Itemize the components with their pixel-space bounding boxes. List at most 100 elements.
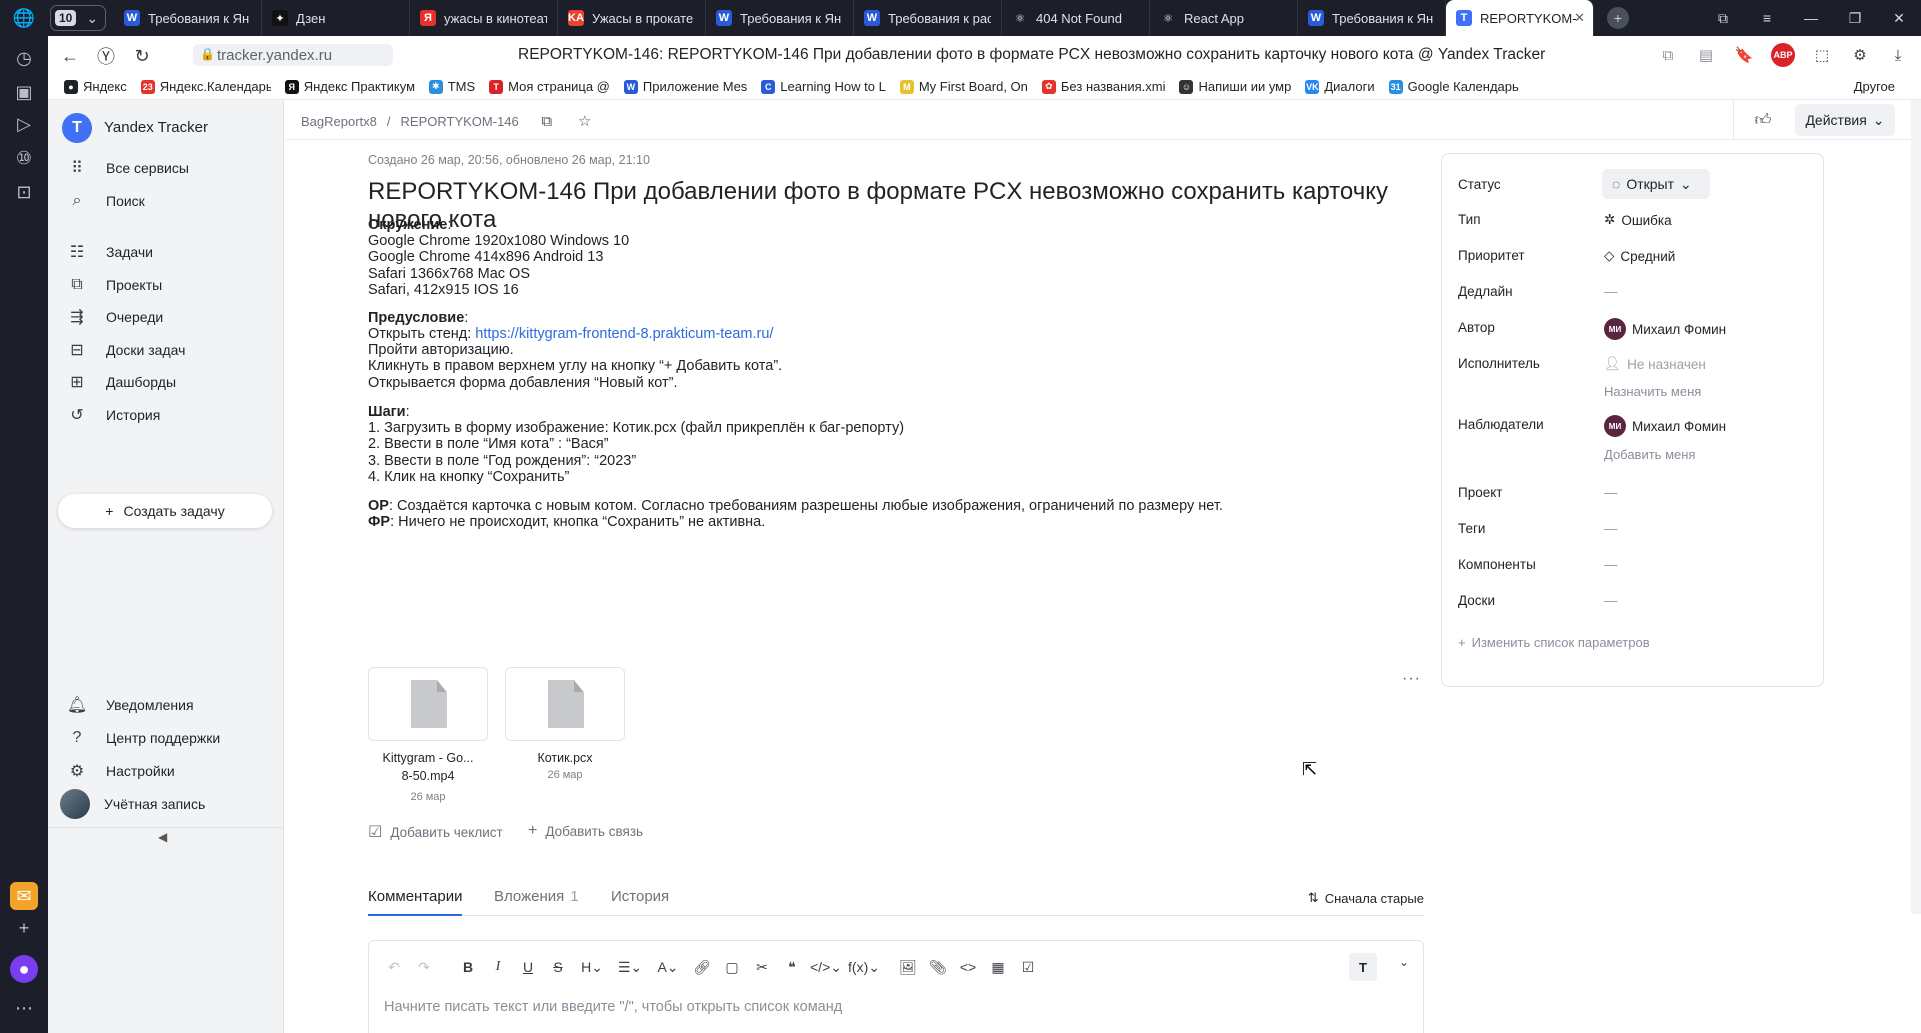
priority-value[interactable]: ◇ Средний <box>1604 248 1675 264</box>
breadcrumb-queue[interactable]: BagReportx8 <box>301 114 377 129</box>
bookmark-item[interactable]: VK Диалоги <box>1305 79 1375 94</box>
reload-icon[interactable]: ↻ <box>130 44 154 68</box>
note-icon[interactable]: ▢ <box>717 955 747 979</box>
bookmark-item[interactable]: T Моя страница @ <box>489 79 610 94</box>
tracker-brand[interactable]: Yandex Tracker <box>104 119 208 136</box>
add-panel-icon[interactable]: + <box>10 914 38 942</box>
browser-tab[interactable]: ⚛ React App <box>1150 0 1298 36</box>
extensions-icon[interactable]: ⬚ <box>1811 44 1833 66</box>
cut-icon[interactable]: ✂ <box>747 955 777 979</box>
bold-icon[interactable]: B <box>453 955 483 979</box>
image-icon[interactable]: 🖼︎ <box>893 955 923 979</box>
project-value[interactable]: — <box>1604 485 1618 500</box>
thumbs-up-icon[interactable]: 👍︎ <box>1751 108 1775 132</box>
italic-icon[interactable]: I <box>483 955 513 979</box>
deadline-value[interactable]: — <box>1604 284 1618 299</box>
quote-icon[interactable]: ❝ <box>777 955 807 979</box>
tab-comments[interactable]: Комментарии <box>368 888 463 916</box>
browser-tab[interactable]: T REPORTYKOM- ✕ <box>1446 0 1594 36</box>
nav-item-history[interactable]: ↺ История <box>48 397 284 433</box>
tab-counter[interactable]: 10 ⌄ <box>50 5 106 31</box>
tab-attachments[interactable]: Вложения 1 <box>494 888 579 916</box>
reader-icon[interactable]: ▤ <box>1695 44 1717 66</box>
nav-item-boards[interactable]: ⊟ Доски задач <box>48 332 284 368</box>
code-block-icon[interactable]: </>⌄ <box>807 955 845 979</box>
link-icon[interactable]: 🔗︎ <box>687 955 717 979</box>
url-field[interactable]: 🔒 tracker.yandex.ru <box>193 44 393 66</box>
copy-icon[interactable]: ⧉ <box>537 111 557 131</box>
boards-value[interactable]: — <box>1604 593 1618 608</box>
mail-icon[interactable]: ✉ <box>10 882 38 910</box>
actions-button[interactable]: Действия ⌄ <box>1795 104 1895 136</box>
browser-logo-icon[interactable]: 🌐 <box>10 4 38 32</box>
search-link[interactable]: ⌕ Поиск <box>48 183 284 219</box>
bookmark-item[interactable]: M My First Board, On <box>899 79 1028 94</box>
tab-counter-icon[interactable]: ⑩ <box>10 144 38 172</box>
tags-value[interactable]: — <box>1604 521 1618 536</box>
maximize-icon[interactable]: ❐ <box>1833 10 1877 27</box>
settings-link[interactable]: ⚙ Настройки <box>48 753 284 789</box>
more-icon[interactable]: ··· <box>1402 670 1421 688</box>
text-color-icon[interactable]: A⌄ <box>649 955 687 979</box>
new-tab-button[interactable]: + <box>1600 5 1636 31</box>
change-params-button[interactable]: + Изменить список параметров <box>1458 635 1650 650</box>
attachment-card[interactable] <box>368 667 488 741</box>
bookmark-item[interactable]: ● Яндекс <box>64 79 127 94</box>
author-value[interactable]: МИ Михаил Фомин <box>1604 318 1726 340</box>
bookmark-item[interactable]: ✱ TMS <box>428 79 475 94</box>
browser-tab[interactable]: ⚛ 404 Not Found <box>1002 0 1150 36</box>
bookmark-item[interactable]: 31 Google Календарь <box>1388 79 1519 94</box>
nav-item-queues[interactable]: ⇶ Очереди <box>48 299 284 335</box>
star-icon[interactable]: ☆ <box>575 111 595 131</box>
strikethrough-icon[interactable]: S <box>543 955 573 979</box>
status-dropdown[interactable]: ◌ Открыт ⌄ <box>1602 169 1710 199</box>
notifications-link[interactable]: 🔔︎ Уведомления <box>48 687 284 723</box>
settings-icon[interactable]: ⚙ <box>1849 44 1871 66</box>
redo-icon[interactable]: ↷ <box>409 955 439 979</box>
bookmark-item[interactable]: ✿ Без названия.xmi <box>1041 79 1165 94</box>
attachment-card[interactable] <box>505 667 625 741</box>
text-format-icon[interactable]: T <box>1349 953 1377 981</box>
attach-icon[interactable]: 📎︎ <box>923 955 953 979</box>
scrollbar[interactable] <box>1911 100 1921 914</box>
browser-tab[interactable]: KA Ужасы в прокате <box>558 0 706 36</box>
history-clock-icon[interactable]: ◷ <box>10 44 38 72</box>
browser-tab[interactable]: W Требования к Ян <box>706 0 854 36</box>
bookmark-item[interactable]: C Learning How to L <box>761 79 886 94</box>
bookmark-item[interactable]: ☺ Напиши ии умр <box>1179 79 1291 94</box>
video-icon[interactable]: ▷ <box>10 110 38 138</box>
sort-toggle[interactable]: ⇅ Сначала старые <box>1308 890 1424 906</box>
more-icon[interactable]: ⋯ <box>10 994 38 1022</box>
inline-code-icon[interactable]: <> <box>953 955 983 979</box>
menu-icon[interactable]: ≡ <box>1745 10 1789 26</box>
formula-icon[interactable]: f(x)⌄ <box>845 955 883 979</box>
account-link[interactable]: Учётная запись <box>48 786 284 822</box>
issue-title[interactable]: REPORTYKOM-146 При добавлении фото в фор… <box>368 178 1408 234</box>
tab-history[interactable]: История <box>611 888 669 916</box>
browser-tab[interactable]: Яужасы в кинотеат <box>410 0 558 36</box>
followers-value[interactable]: МИ Михаил Фомин <box>1604 415 1726 437</box>
alice-icon[interactable]: ● <box>10 955 38 983</box>
heading-icon[interactable]: H⌄ <box>573 955 611 979</box>
stand-link[interactable]: https://kittygram-frontend-8.prakticum-t… <box>475 326 773 342</box>
underline-icon[interactable]: U <box>513 955 543 979</box>
browser-tab[interactable]: W Требования к рас <box>854 0 1002 36</box>
close-tab-icon[interactable]: ✕ <box>1574 10 1585 26</box>
create-task-button[interactable]: + Создать задачу <box>58 494 272 528</box>
browser-tab[interactable]: W Требования к Ян <box>114 0 262 36</box>
collections-icon[interactable]: ▣ <box>10 78 38 106</box>
bookmark-item[interactable]: 23 Яндекс.Календарь <box>140 79 271 94</box>
add-link-button[interactable]: + Добавить связь <box>528 822 643 840</box>
yandex-icon[interactable]: Ⓨ <box>94 44 118 68</box>
tracker-logo-icon[interactable]: T <box>62 113 92 143</box>
download-icon[interactable]: ⤓ <box>1887 44 1909 66</box>
assignee-value[interactable]: 👤︎ Не назначен <box>1604 356 1706 372</box>
bookmark-item[interactable]: Я Яндекс Практикум <box>284 79 415 94</box>
all-services-link[interactable]: ⠿ Все сервисы <box>48 150 284 186</box>
table-icon[interactable]: ▦ <box>983 955 1013 979</box>
collapse-sidebar-icon[interactable]: ◀ <box>158 830 167 844</box>
chevron-down-icon[interactable]: ⌄ <box>1399 955 1409 969</box>
comment-editor[interactable]: ↶ ↷ B I U S H⌄ ☰⌄ A⌄ 🔗︎ ▢ ✂ ❝ </>⌄ f(x)⌄… <box>368 940 1424 1033</box>
browser-tab[interactable]: ✦ Дзен <box>262 0 410 36</box>
screenshot-icon[interactable]: ⊡ <box>10 178 38 206</box>
